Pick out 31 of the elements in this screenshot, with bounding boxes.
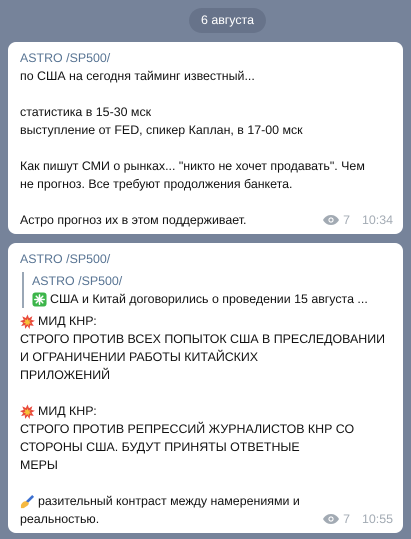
explosion-icon bbox=[20, 404, 35, 418]
message-text: реальностью. bbox=[20, 511, 100, 528]
sparkle-icon bbox=[32, 292, 47, 306]
message-heading: МИД КНР: bbox=[38, 403, 97, 420]
message-heading: МИД КНР: bbox=[38, 313, 97, 330]
message-text: ПРИЛОЖЕНИЙ bbox=[20, 366, 110, 384]
channel-name[interactable]: ASTRO /SP500/ bbox=[20, 49, 395, 67]
message-text: выступление от FED, спикер Каплан, в 17-00 мск bbox=[20, 122, 303, 139]
reply-text: США и Китай договорились о проведении 15 августа ... bbox=[50, 291, 368, 308]
date-badge: 6 августа bbox=[188, 8, 266, 33]
message-text: не прогноз. Все требуют продолжения банкета. bbox=[20, 176, 292, 193]
message-text: СТРОГО ПРОТИВ РЕПРЕССИЙ ЖУРНАЛИСТОВ КНР СО bbox=[20, 420, 354, 438]
message-text: Астро прогноз их в этом поддерживает. bbox=[20, 212, 246, 229]
message-text: Как пишут СМИ о рынках... "никто не хочет продавать". Чем bbox=[20, 158, 365, 175]
message-text: по США на сегодня тайминг известный... bbox=[20, 68, 255, 85]
channel-name[interactable]: ASTRO /SP500/ bbox=[20, 250, 395, 268]
view-count: 7 bbox=[343, 212, 350, 229]
message-text: И ОГРАНИЧЕНИИ РАБОТЫ КИТАЙСКИХ bbox=[20, 348, 258, 366]
message-time: 10:34 bbox=[362, 212, 393, 229]
message-text: СТОРОНЫ США. БУДУТ ПРИНЯТЫ ОТВЕТНЫЕ bbox=[20, 439, 300, 456]
message-text: СТРОГО ПРОТИВ ВСЕХ ПОПЫТОК США В ПРЕСЛЕДОВАНИИ bbox=[20, 331, 386, 348]
message-text: статистика в 15-30 мск bbox=[20, 104, 152, 121]
eye-icon bbox=[323, 514, 340, 524]
explosion-icon bbox=[20, 314, 35, 328]
reply-quote[interactable]: ASTRO /SP500/ США и Китай договорились о проведении 15 августа ... bbox=[22, 272, 395, 308]
message-heading: разительный контраст между намерениями и bbox=[38, 493, 300, 510]
view-count: 7 bbox=[343, 511, 350, 528]
reply-author: ASTRO /SP500/ bbox=[32, 273, 124, 290]
message-time: 10:55 bbox=[362, 511, 393, 528]
eye-icon bbox=[323, 215, 340, 225]
message-text: МЕРЫ bbox=[20, 457, 58, 474]
